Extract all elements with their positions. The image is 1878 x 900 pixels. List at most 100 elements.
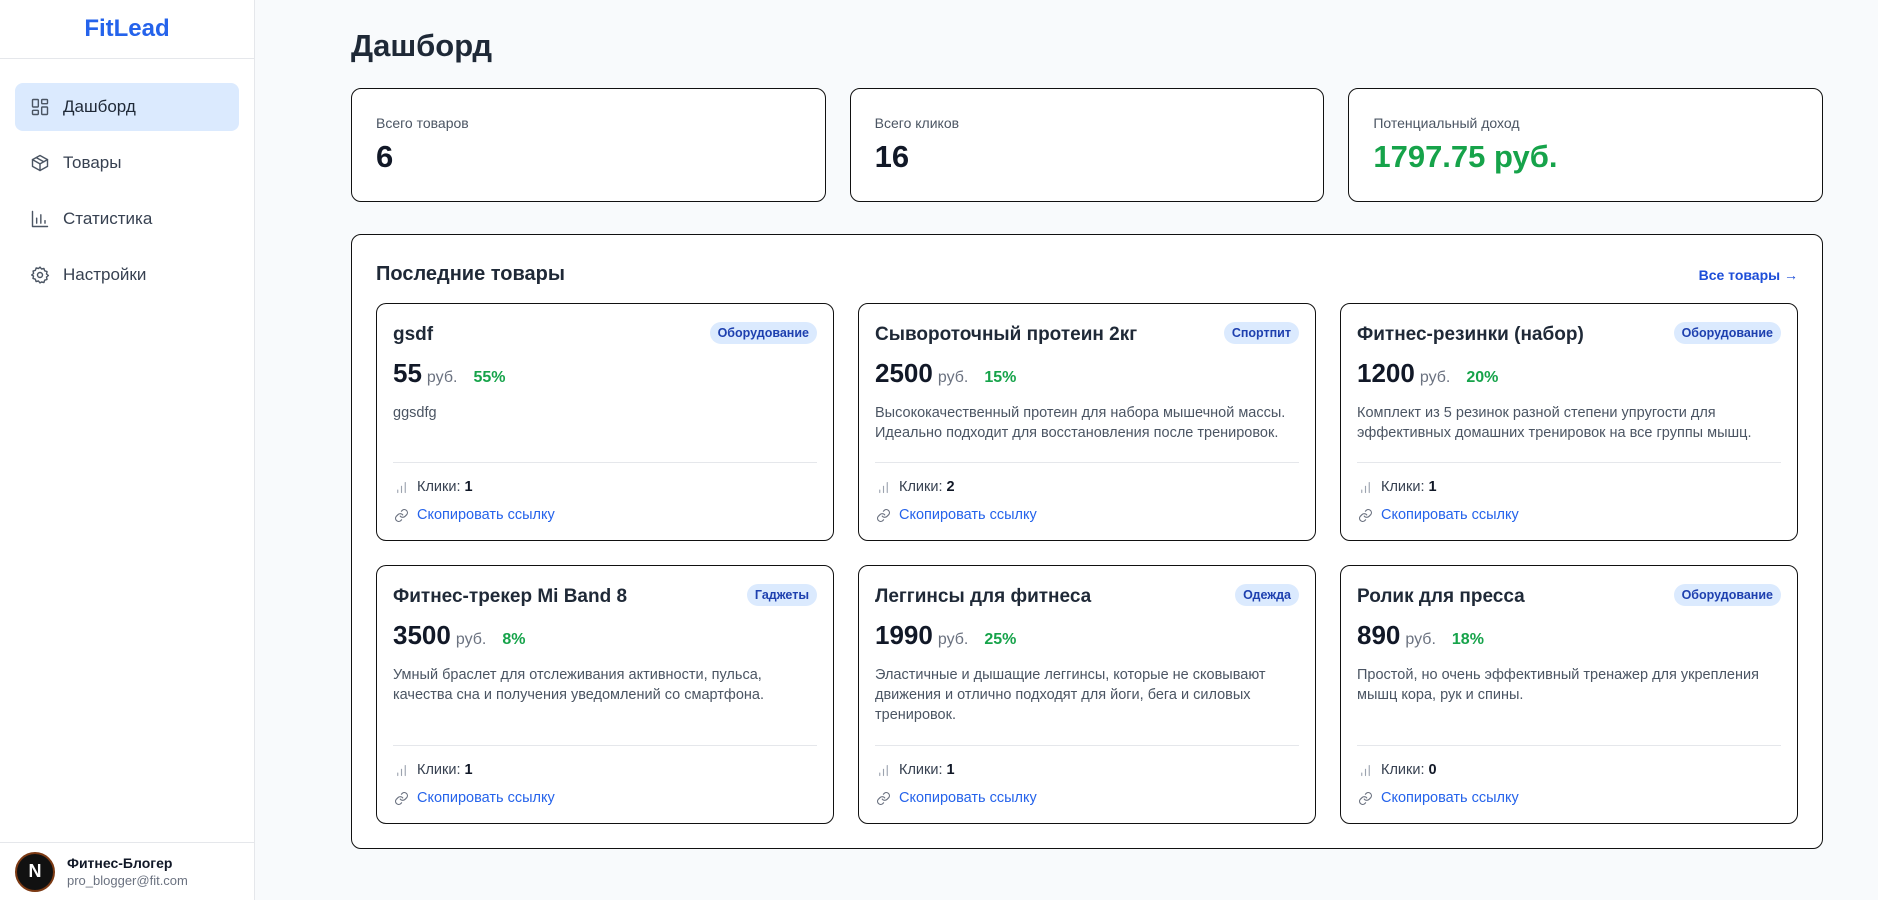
product-description: Высококачественный протеин для набора мы… [875, 405, 1286, 441]
recent-products-panel: Последние товары Все товары → gsdf Обору… [351, 234, 1823, 849]
user-email: pro_blogger@fit.com [67, 873, 188, 888]
section-title: Последние товары [376, 263, 565, 285]
currency-label: руб. [937, 369, 969, 386]
stat-value: 6 [376, 139, 394, 174]
card-footer: Клики: 1 Скопировать ссылку [875, 745, 1299, 823]
category-badge: Оборудование [1673, 322, 1781, 344]
product-card: gsdf Оборудование 55 руб. 55% ggsdfg Кли… [376, 303, 834, 541]
product-description: Комплект из 5 резинок разной степени упр… [1357, 405, 1752, 441]
commission-percent: 8% [502, 631, 526, 648]
commission-percent: 20% [1466, 369, 1499, 386]
stat-label: Потенциальный доход [1373, 115, 1520, 131]
product-grid: gsdf Оборудование 55 руб. 55% ggsdfg Кли… [376, 303, 1799, 824]
link-icon [1357, 507, 1373, 523]
commission-percent: 55% [473, 369, 506, 386]
copy-link-button[interactable]: Скопировать ссылку [1357, 788, 1781, 808]
clicks-row: Клики: 1 [393, 477, 817, 497]
link-icon [393, 507, 409, 523]
currency-label: руб. [937, 631, 969, 648]
commission-percent: 25% [984, 631, 1017, 648]
sidebar-item-label: Дашборд [63, 97, 136, 116]
category-badge: Оборудование [1673, 584, 1781, 606]
gear-icon [30, 265, 50, 285]
sidebar-item-products[interactable]: Товары [15, 139, 239, 187]
card-footer: Клики: 0 Скопировать ссылку [1357, 745, 1781, 823]
commission-percent: 18% [1451, 631, 1484, 648]
sidebar-item-statistics[interactable]: Статистика [15, 195, 239, 243]
dashboard-icon [30, 97, 50, 117]
product-card: Фитнес-трекер Mi Band 8 Гаджеты 3500 руб… [376, 565, 834, 824]
sidebar-item-label: Товары [63, 153, 122, 172]
all-products-link[interactable]: Все товары → [1699, 267, 1798, 283]
product-title: Ролик для пресса [1357, 586, 1525, 607]
link-icon [875, 790, 891, 806]
copy-link-button[interactable]: Скопировать ссылку [875, 788, 1299, 808]
product-description: ggsdfg [393, 405, 437, 421]
copy-link-label: Скопировать ссылку [417, 790, 555, 806]
copy-link-button[interactable]: Скопировать ссылку [393, 788, 817, 808]
clicks-label: Клики: [899, 762, 943, 778]
product-title: Фитнес-резинки (набор) [1357, 324, 1584, 345]
product-card: Фитнес-резинки (набор) Оборудование 1200… [1340, 303, 1798, 541]
copy-link-label: Скопировать ссылку [417, 507, 555, 523]
clicks-row: Клики: 0 [1357, 760, 1781, 780]
product-description: Эластичные и дышащие леггинсы, которые н… [875, 667, 1266, 723]
stat-label: Всего кликов [874, 115, 960, 131]
card-footer: Клики: 2 Скопировать ссылку [875, 462, 1299, 540]
link-icon [875, 507, 891, 523]
bar-chart-icon [1357, 479, 1373, 495]
copy-link-button[interactable]: Скопировать ссылку [393, 505, 817, 525]
product-card: Ролик для пресса Оборудование 890 руб. 1… [1340, 565, 1798, 824]
category-badge: Одежда [1235, 584, 1299, 606]
product-price: 55 [393, 358, 422, 388]
stat-card-products: Всего товаров 6 [351, 88, 826, 202]
stat-card-income: Потенциальный доход 1797.75 руб. [1348, 88, 1824, 202]
clicks-label: Клики: [1381, 762, 1425, 778]
user-profile[interactable]: N Фитнес-Блогер pro_blogger@fit.com [0, 842, 254, 900]
category-badge: Оборудование [709, 322, 817, 344]
clicks-count: 2 [946, 479, 955, 495]
product-price: 890 [1357, 620, 1401, 650]
clicks-row: Клики: 1 [393, 760, 817, 780]
product-description: Умный браслет для отслеживания активност… [393, 667, 765, 703]
copy-link-label: Скопировать ссылку [1381, 507, 1519, 523]
clicks-count: 0 [1428, 762, 1437, 778]
clicks-row: Клики: 1 [875, 760, 1299, 780]
stat-value: 1797.75 руб. [1373, 139, 1558, 174]
copy-link-button[interactable]: Скопировать ссылку [1357, 505, 1781, 525]
copy-link-label: Скопировать ссылку [899, 790, 1037, 806]
sidebar-item-label: Статистика [63, 209, 153, 228]
commission-percent: 15% [984, 369, 1017, 386]
card-footer: Клики: 1 Скопировать ссылку [1357, 462, 1781, 540]
card-footer: Клики: 1 Скопировать ссылку [393, 745, 817, 823]
box-icon [30, 153, 50, 173]
product-title: Леггинсы для фитнеса [875, 586, 1092, 607]
brand-logo[interactable]: FitLead [0, 0, 254, 59]
product-card: Леггинсы для фитнеса Одежда 1990 руб. 25… [858, 565, 1316, 824]
product-price: 1200 [1357, 358, 1415, 388]
currency-label: руб. [455, 631, 487, 648]
copy-link-button[interactable]: Скопировать ссылку [875, 505, 1299, 525]
bar-chart-icon [393, 479, 409, 495]
bar-chart-icon [875, 762, 891, 778]
bar-chart-icon [393, 762, 409, 778]
product-card: Сывороточный протеин 2кг Спортпит 2500 р… [858, 303, 1316, 541]
product-title: Сывороточный протеин 2кг [875, 324, 1138, 345]
avatar: N [15, 851, 55, 892]
clicks-count: 1 [464, 479, 473, 495]
sidebar-item-label: Настройки [63, 265, 147, 284]
sidebar-item-dashboard[interactable]: Дашборд [15, 83, 239, 131]
user-name: Фитнес-Блогер [67, 855, 173, 871]
copy-link-label: Скопировать ссылку [899, 507, 1037, 523]
currency-label: руб. [1405, 631, 1436, 648]
sidebar-item-settings[interactable]: Настройки [15, 251, 239, 299]
clicks-row: Клики: 2 [875, 477, 1299, 497]
product-title: Фитнес-трекер Mi Band 8 [393, 586, 628, 607]
page-title: Дашборд [351, 28, 493, 63]
stats-row: Всего товаров 6 Всего кликов 16 Потенциа… [351, 88, 1824, 202]
stat-label: Всего товаров [376, 115, 469, 131]
category-badge: Спортпит [1223, 322, 1299, 344]
clicks-row: Клики: 1 [1357, 477, 1781, 497]
product-price: 3500 [393, 620, 451, 650]
bar-chart-icon [30, 209, 50, 229]
